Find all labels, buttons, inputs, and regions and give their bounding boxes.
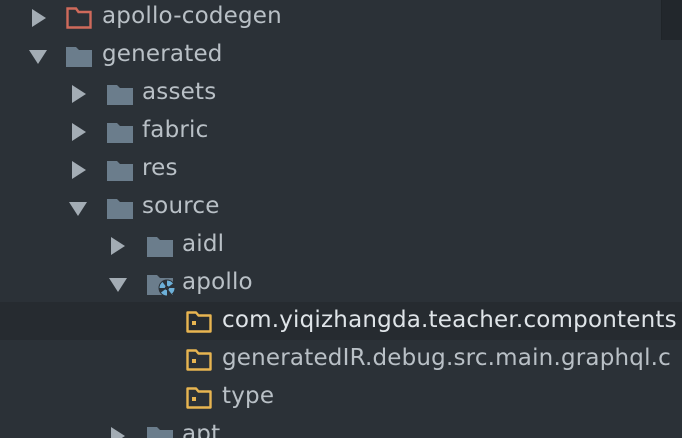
tree-item-package-compontents[interactable]: com.yiqizhangda.teacher.compontents: [0, 302, 682, 340]
tree-item-generated[interactable]: generated: [0, 36, 682, 74]
tree-item-label: com.yiqizhangda.teacher.compontents: [222, 307, 677, 333]
folder-icon: [107, 197, 133, 219]
tree-item-label: apt: [182, 421, 221, 438]
tree-item-label: apollo: [182, 269, 253, 295]
tree-item-label: apollo-codegen: [102, 3, 282, 29]
folder-icon: [66, 45, 92, 67]
tree-item-apollo[interactable]: apollo: [0, 264, 682, 302]
tree-item-source[interactable]: source: [0, 188, 682, 226]
tree-item-label: generatedIR.debug.src.main.graphql.c: [222, 345, 672, 371]
chevron-right-icon[interactable]: [69, 84, 89, 104]
chevron-down-icon[interactable]: [68, 198, 88, 218]
folder-icon: [147, 235, 173, 257]
chevron-right-icon[interactable]: [69, 122, 89, 142]
tree-item-label: aidl: [182, 231, 225, 257]
tree-item-package-type[interactable]: type: [0, 378, 682, 416]
folder-icon: [107, 83, 133, 105]
tree-item-apt[interactable]: apt: [0, 416, 682, 438]
chevron-right-icon[interactable]: [29, 8, 49, 28]
tree-item-package-generated-ir[interactable]: generatedIR.debug.src.main.graphql.c: [0, 340, 682, 378]
chevron-right-icon[interactable]: [69, 160, 89, 180]
folder-icon: [107, 159, 133, 181]
tree-item-label: type: [222, 383, 275, 409]
tree-item-fabric[interactable]: fabric: [0, 112, 682, 150]
chevron-down-icon[interactable]: [28, 46, 48, 66]
tree-item-label: assets: [142, 79, 217, 105]
source-folder-icon: [147, 273, 176, 297]
folder-icon: [147, 425, 173, 438]
folder-icon: [107, 121, 133, 143]
tree-item-label: generated: [102, 41, 223, 67]
project-tree: apollo-codegen generated assets fabric r…: [0, 0, 682, 438]
tree-item-assets[interactable]: assets: [0, 74, 682, 112]
tree-item-res[interactable]: res: [0, 150, 682, 188]
scrollbar[interactable]: [661, 0, 682, 40]
package-icon: [186, 387, 212, 409]
folder-icon: [66, 7, 92, 29]
tree-item-label: fabric: [142, 117, 209, 143]
package-icon: [186, 349, 212, 371]
tree-item-label: source: [142, 193, 220, 219]
tree-item-aidl[interactable]: aidl: [0, 226, 682, 264]
tree-item-apollo-codegen[interactable]: apollo-codegen: [0, 0, 682, 36]
package-icon: [186, 311, 212, 333]
chevron-right-icon[interactable]: [108, 426, 128, 438]
tree-item-label: res: [142, 155, 178, 181]
chevron-right-icon[interactable]: [108, 236, 128, 256]
chevron-down-icon[interactable]: [108, 274, 128, 294]
